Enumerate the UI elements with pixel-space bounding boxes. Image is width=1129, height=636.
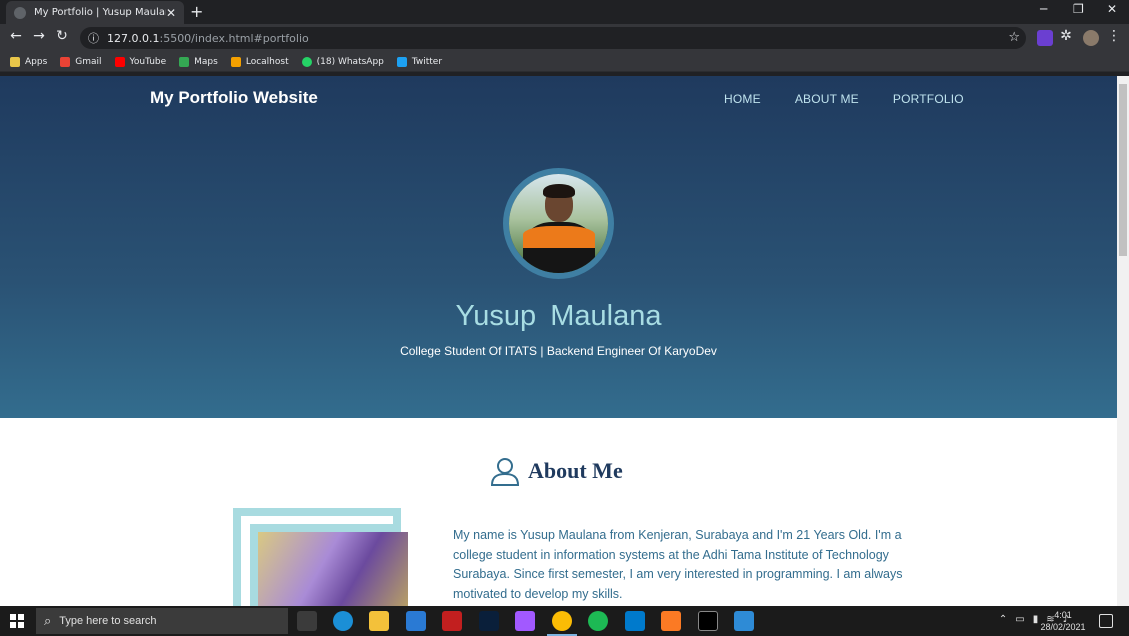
bookmark-gmail[interactable]: Gmail	[60, 56, 102, 67]
xampp-icon[interactable]	[661, 611, 681, 631]
about-photo	[233, 508, 408, 606]
new-tab-button[interactable]: +	[190, 2, 203, 21]
bookmark-star-icon[interactable]: ☆	[1008, 30, 1020, 45]
chrome-icon[interactable]	[552, 611, 572, 631]
nav-home[interactable]: HOME	[724, 92, 761, 106]
search-icon: ⌕	[44, 613, 52, 628]
bookmark-label: (18) WhatsApp	[316, 56, 384, 67]
localhost-icon	[230, 56, 241, 67]
app-icon[interactable]	[442, 611, 462, 631]
about-heading: About Me	[490, 456, 623, 486]
bookmark-apps[interactable]: Apps	[10, 56, 48, 67]
info-icon[interactable]: ⓘ	[88, 30, 99, 46]
bookmark-youtube[interactable]: YouTube	[114, 56, 167, 67]
bookmark-label: YouTube	[129, 56, 167, 67]
minimize-button[interactable]: ─	[1040, 2, 1047, 16]
tab-title: My Portfolio | Yusup Maulana	[34, 7, 166, 18]
hero-name: Yusup Maulana	[455, 300, 662, 332]
network-icon[interactable]: ▭	[1015, 614, 1024, 625]
extension-icon[interactable]	[1037, 30, 1053, 46]
forward-button[interactable]: →	[29, 28, 49, 44]
web-page: My Portfolio Website HOME ABOUT ME PORTF…	[0, 76, 1117, 606]
bookmark-label: Localhost	[245, 56, 289, 67]
youtube-icon	[114, 56, 125, 67]
bookmark-whatsapp[interactable]: (18) WhatsApp	[301, 56, 384, 67]
nav-portfolio[interactable]: PORTFOLIO	[893, 92, 964, 106]
windows-taskbar: ⌕ Type here to search ⌃ ▭ ▮ ≋ ♪ 4:01 28/…	[0, 606, 1129, 636]
profile-photo	[503, 168, 614, 279]
edge-icon[interactable]	[333, 611, 353, 631]
chevron-up-icon[interactable]: ⌃	[999, 614, 1007, 625]
url-host: 127.0.0.1	[107, 31, 160, 45]
bookmarks-bar: Apps Gmail YouTube Maps Localhost (18) W…	[0, 52, 1129, 72]
twitter-icon	[396, 56, 407, 67]
windows-start-icon[interactable]	[10, 614, 24, 628]
page-scrollbar[interactable]	[1117, 76, 1129, 606]
hero-section: My Portfolio Website HOME ABOUT ME PORTF…	[0, 76, 1117, 418]
browser-tab[interactable]: My Portfolio | Yusup Maulana ✕	[6, 1, 184, 24]
hero-subtitle: College Student Of ITATS | Backend Engin…	[400, 344, 717, 358]
site-nav: HOME ABOUT ME PORTFOLIO	[724, 92, 998, 106]
close-tab-icon[interactable]: ✕	[166, 6, 176, 20]
mail-icon[interactable]	[406, 611, 426, 631]
url-path: :5500/index.html#portfolio	[159, 31, 309, 45]
figma-icon[interactable]	[515, 611, 535, 631]
tab-strip: My Portfolio | Yusup Maulana ✕ + ─ ❐ ✕	[0, 0, 1129, 24]
spotify-icon[interactable]	[588, 611, 608, 631]
user-icon	[490, 458, 520, 486]
taskbar-search[interactable]: ⌕ Type here to search	[36, 608, 288, 634]
apps-icon	[10, 56, 20, 67]
bookmark-label: Maps	[194, 56, 218, 67]
terminal-icon[interactable]	[698, 611, 718, 631]
bookmark-label: Gmail	[75, 56, 102, 67]
address-bar[interactable]: ⓘ 127.0.0.1 :5500/index.html#portfolio ☆	[80, 27, 1026, 49]
puzzle-icon[interactable]: ✲	[1056, 28, 1076, 44]
profile-avatar[interactable]	[1083, 30, 1099, 46]
back-button[interactable]: ←	[6, 28, 26, 44]
bookmark-label: Twitter	[411, 56, 443, 67]
whatsapp-icon	[301, 56, 312, 67]
about-text: My name is Yusup Maulana from Kenjeran, …	[453, 528, 903, 601]
vscode-icon[interactable]	[625, 611, 645, 631]
photoshop-icon[interactable]	[479, 611, 499, 631]
clock-time: 4:01	[1054, 610, 1072, 620]
nav-about-me[interactable]: ABOUT ME	[795, 92, 859, 106]
task-view-icon[interactable]	[297, 611, 317, 631]
site-brand[interactable]: My Portfolio Website	[150, 88, 318, 108]
file-explorer-icon[interactable]	[369, 611, 389, 631]
reload-button[interactable]: ↻	[52, 28, 72, 44]
browser-toolbar: ← → ↻ ⓘ 127.0.0.1 :5500/index.html#portf…	[0, 24, 1129, 52]
clock-date: 28/02/2021	[1040, 622, 1086, 632]
clock[interactable]: 4:01 28/02/2021	[1038, 609, 1088, 633]
restore-button[interactable]: ❐	[1073, 2, 1084, 16]
photos-icon[interactable]	[734, 611, 754, 631]
notification-icon[interactable]	[1099, 614, 1113, 628]
gmail-icon	[60, 56, 71, 67]
bookmark-localhost[interactable]: Localhost	[230, 56, 289, 67]
globe-icon	[14, 6, 26, 19]
bookmark-maps[interactable]: Maps	[179, 56, 218, 67]
bookmark-label: Apps	[25, 56, 48, 67]
close-window-button[interactable]: ✕	[1107, 2, 1117, 16]
maps-icon	[179, 56, 190, 67]
bookmark-twitter[interactable]: Twitter	[396, 56, 443, 67]
menu-icon[interactable]: ⋮	[1104, 28, 1124, 44]
about-title: About Me	[528, 458, 623, 483]
search-placeholder: Type here to search	[59, 615, 157, 627]
